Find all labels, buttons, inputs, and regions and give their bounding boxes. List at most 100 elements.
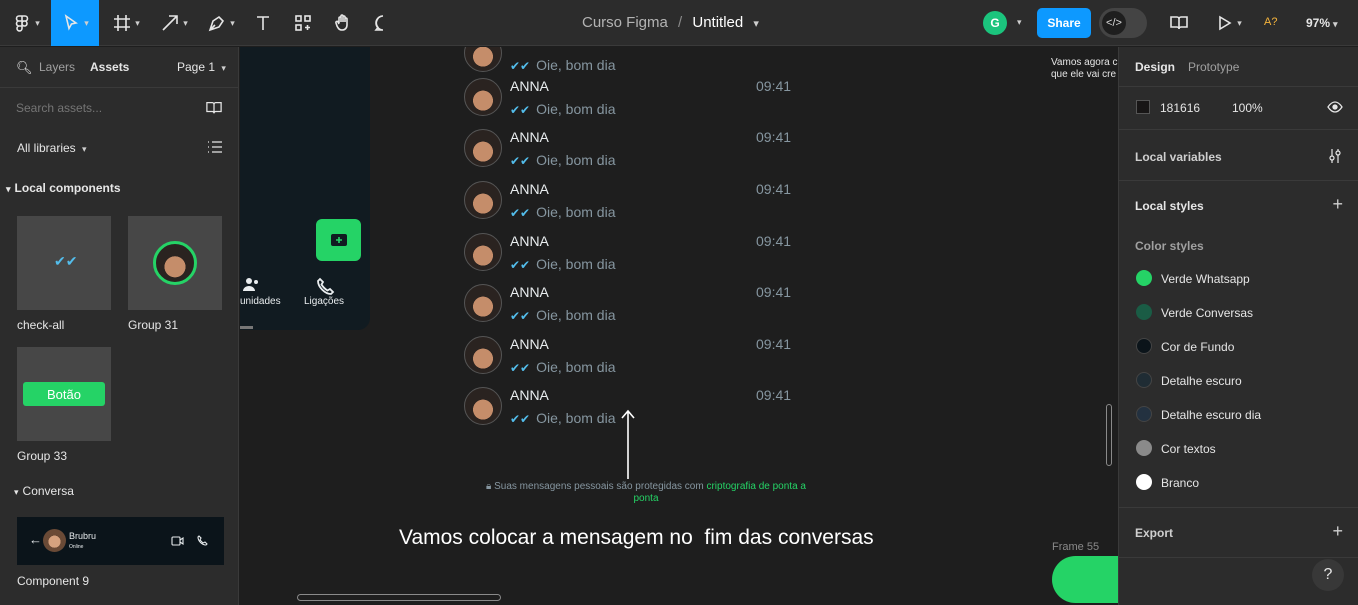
- vertical-scrollbar[interactable]: [1106, 404, 1112, 466]
- side-note-line-2[interactable]: que ele vai cre: [1051, 69, 1116, 80]
- local-components-section[interactable]: ▾ Local components: [6, 181, 121, 195]
- tab-prototype[interactable]: Prototype: [1188, 60, 1239, 74]
- color-swatch[interactable]: [1136, 474, 1152, 490]
- file-title[interactable]: Curso Figma / Untitled ▾: [582, 14, 759, 31]
- missing-fonts-indicator[interactable]: A?: [1264, 16, 1277, 28]
- color-swatch[interactable]: [1136, 440, 1152, 456]
- add-export-icon[interactable]: +: [1332, 521, 1343, 542]
- component-label: Group 31: [128, 318, 179, 332]
- chat-list-item[interactable]: ANNA ✔✔ Oie, bom dia 09:41: [464, 78, 794, 128]
- color-style-name[interactable]: Verde Conversas: [1161, 306, 1253, 320]
- export-label[interactable]: Export: [1135, 526, 1173, 540]
- double-check-icon: ✔✔: [510, 206, 531, 220]
- color-swatch[interactable]: [1136, 372, 1152, 388]
- component-thumbnail-group-31[interactable]: [128, 216, 222, 310]
- chat-list-item[interactable]: ANNA ✔✔ Oie, bom dia 09:41: [464, 181, 794, 231]
- double-check-icon: ✔✔: [510, 412, 531, 426]
- annotation-text[interactable]: Vamos colocar a mensagem no fim das conv…: [399, 526, 874, 550]
- comment-tool-button[interactable]: [370, 0, 396, 46]
- library-filter[interactable]: All libraries ▾: [17, 141, 87, 155]
- double-check-icon: ✔✔: [510, 361, 531, 375]
- chevron-down-icon: ▾: [1333, 19, 1338, 29]
- color-style-name[interactable]: Cor textos: [1161, 442, 1216, 456]
- share-button[interactable]: Share: [1037, 8, 1091, 38]
- contact-name: ANNA: [510, 336, 549, 352]
- chevron-down-icon: ▾: [230, 17, 235, 28]
- add-style-icon[interactable]: +: [1332, 194, 1343, 215]
- tab-design[interactable]: Design: [1135, 60, 1175, 74]
- fill-opacity[interactable]: 100%: [1232, 101, 1263, 115]
- message-text: Oie, bom dia: [536, 204, 616, 220]
- conversa-section[interactable]: ▾ Conversa: [14, 484, 74, 498]
- color-style-name[interactable]: Detalhe escuro dia: [1161, 408, 1261, 422]
- book-icon: [1170, 16, 1188, 30]
- frame-55-preview[interactable]: [1052, 556, 1118, 603]
- component-thumbnail-check-all[interactable]: ✔✔: [17, 216, 111, 310]
- chat-list-item[interactable]: ANNA ✔✔ Oie, bom dia 09:41: [464, 233, 794, 283]
- avatar: [464, 129, 502, 167]
- play-icon: [1219, 15, 1232, 31]
- message-text: Oie, bom dia: [536, 57, 616, 73]
- local-variables-label[interactable]: Local variables: [1135, 150, 1222, 164]
- dev-mode-toggle[interactable]: </>: [1099, 8, 1147, 38]
- color-swatch[interactable]: [1136, 406, 1152, 422]
- shape-tool-button[interactable]: ▾: [156, 0, 192, 46]
- color-style-name[interactable]: Branco: [1161, 476, 1199, 490]
- message-text: Oie, bom dia: [536, 307, 616, 323]
- tab-assets[interactable]: Assets: [90, 60, 129, 74]
- side-note-line-1[interactable]: Vamos agora c: [1051, 57, 1118, 68]
- color-style-name[interactable]: Cor de Fundo: [1161, 340, 1234, 354]
- variables-settings-icon[interactable]: [1328, 148, 1342, 164]
- fill-hex[interactable]: 181616: [1160, 101, 1200, 115]
- chevron-down-icon: ▾: [221, 63, 226, 73]
- chevron-down-icon[interactable]: ▾: [753, 18, 759, 30]
- design-tabs: Design Prototype: [1119, 47, 1358, 87]
- new-chat-fab[interactable]: [316, 219, 361, 261]
- component-thumbnail-component-9[interactable]: ← Brubru Online: [17, 517, 224, 565]
- title-separator: /: [678, 14, 683, 31]
- fill-swatch[interactable]: [1136, 100, 1150, 114]
- color-swatch[interactable]: [1136, 270, 1152, 286]
- frame-label[interactable]: Frame 55: [1052, 541, 1099, 553]
- frame-tool-button[interactable]: ▾: [108, 0, 144, 46]
- user-avatar[interactable]: G: [983, 11, 1007, 35]
- tab-layers[interactable]: Layers: [39, 60, 75, 74]
- list-view-icon[interactable]: [207, 140, 223, 154]
- eye-icon[interactable]: [1327, 101, 1343, 113]
- main-menu-button[interactable]: ▾: [8, 0, 44, 46]
- text-tool-button[interactable]: [250, 0, 276, 46]
- resources-button[interactable]: [290, 0, 316, 46]
- chevron-down-icon[interactable]: ▾: [1017, 17, 1022, 28]
- library-book-icon[interactable]: [205, 100, 223, 116]
- double-check-icon: ✔✔: [54, 253, 78, 269]
- message-preview: ✔✔ Oie, bom dia: [510, 57, 615, 73]
- phone-frame[interactable]: unidades Ligações: [240, 47, 370, 330]
- zoom-level[interactable]: 97% ▾: [1306, 16, 1338, 30]
- color-swatch[interactable]: [1136, 338, 1152, 354]
- chat-list-item[interactable]: ANNA ✔✔ Oie, bom dia 09:41: [464, 336, 794, 386]
- hand-tool-button[interactable]: [330, 0, 356, 46]
- search-icon[interactable]: 🔍︎: [16, 60, 33, 76]
- chat-list-item[interactable]: ANNA ✔✔ Oie, bom dia 09:41: [464, 129, 794, 179]
- color-style-name[interactable]: Detalhe escuro: [1161, 374, 1242, 388]
- color-style-name[interactable]: Verde Whatsapp: [1161, 272, 1250, 286]
- horizontal-scrollbar[interactable]: [297, 594, 501, 601]
- pen-tool-button[interactable]: ▾: [203, 0, 239, 46]
- chevron-down-icon: ▾: [6, 184, 11, 194]
- new-chat-icon: [330, 234, 347, 246]
- page-selector[interactable]: Page 1 ▾: [177, 60, 226, 74]
- project-name[interactable]: Curso Figma: [582, 14, 668, 31]
- help-button[interactable]: ?: [1312, 559, 1344, 591]
- search-assets-input[interactable]: [16, 99, 186, 117]
- message-time: 09:41: [756, 387, 792, 403]
- chat-list-item[interactable]: ANNA ✔✔ Oie, bom dia 09:41: [464, 284, 794, 334]
- file-name[interactable]: Untitled: [692, 14, 743, 31]
- move-tool-button[interactable]: ▾: [51, 0, 99, 46]
- avatar: [464, 387, 502, 425]
- color-swatch[interactable]: [1136, 304, 1152, 320]
- component-thumbnail-group-33[interactable]: Botão: [17, 347, 111, 441]
- canvas[interactable]: unidades Ligações ✔✔ Oie, bom dia ANNA ✔✔…: [240, 47, 1118, 605]
- present-button[interactable]: ▾: [1210, 0, 1246, 46]
- double-check-icon: ✔✔: [510, 103, 531, 117]
- library-button[interactable]: [1166, 0, 1192, 46]
